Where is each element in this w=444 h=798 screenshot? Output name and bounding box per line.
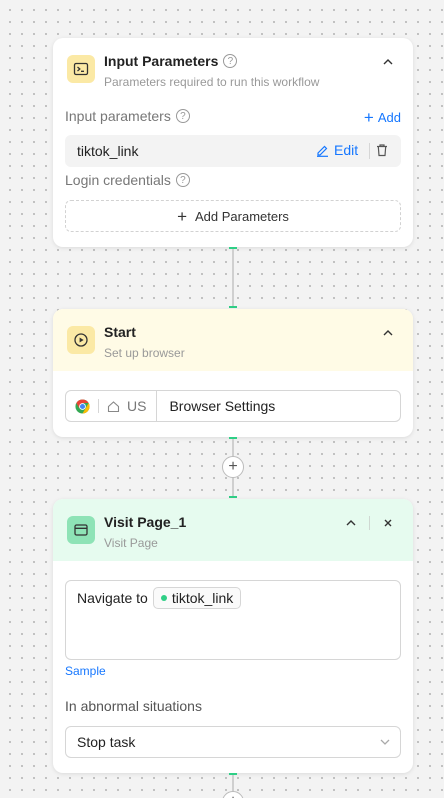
help-icon[interactable]: ?: [175, 109, 190, 123]
param-row: tiktok_link Edit: [65, 135, 401, 167]
visit-page-header[interactable]: Visit Page_1 Visit Page: [53, 499, 413, 561]
add-param-label: Add: [377, 110, 401, 125]
delete-param-button[interactable]: [375, 143, 389, 157]
browser-settings-field[interactable]: US Browser Settings: [65, 390, 401, 422]
visit-page-title: Visit Page_1: [104, 514, 187, 530]
login-credentials-label: Login credentials: [65, 172, 171, 188]
divider: [98, 399, 99, 413]
abnormal-select[interactable]: Stop task: [65, 726, 401, 758]
chevron-up-icon[interactable]: [380, 54, 396, 70]
connector-line: [232, 249, 234, 307]
edit-icon: [316, 144, 329, 157]
browser-window-icon: [67, 516, 95, 544]
navigate-line: Navigate to tiktok_link: [77, 587, 242, 609]
browser-settings-label: Browser Settings: [169, 398, 276, 414]
param-name: tiktok_link: [77, 143, 139, 159]
visit-page-subtitle: Visit Page: [104, 536, 158, 550]
connector-port: [229, 496, 237, 498]
navigate-text: Navigate to: [77, 590, 148, 606]
add-step-button[interactable]: +: [222, 791, 244, 798]
play-circle-icon: [67, 326, 95, 354]
login-credentials-label-row: Login credentials ?: [65, 172, 190, 188]
variable-chip-label: tiktok_link: [171, 590, 234, 606]
add-step-button[interactable]: +: [222, 456, 244, 478]
input-parameters-title-row: Input Parameters ?: [104, 53, 238, 69]
edit-param-button[interactable]: Edit: [316, 142, 358, 158]
divider: [156, 391, 158, 421]
close-icon[interactable]: [380, 515, 396, 531]
connector-port: [229, 306, 237, 308]
navigate-textarea[interactable]: Navigate to tiktok_link: [65, 580, 401, 660]
dot-icon: [160, 595, 167, 601]
input-parameters-title: Input Parameters: [104, 53, 219, 69]
plus-icon: +: [363, 108, 374, 127]
add-param-button[interactable]: + Add: [364, 109, 401, 126]
start-title: Start: [104, 324, 136, 340]
input-params-label-row: Input parameters ?: [65, 108, 190, 124]
chevron-up-icon[interactable]: [343, 515, 359, 531]
start-subtitle: Set up browser: [104, 346, 185, 360]
chevron-up-icon[interactable]: [380, 325, 396, 341]
input-parameters-card: Input Parameters ? Parameters required t…: [53, 38, 413, 247]
region-label: US: [127, 398, 147, 414]
home-icon: [107, 400, 120, 413]
start-card: Start Set up browser US Browser Settings: [53, 309, 413, 437]
plus-icon: +: [228, 794, 237, 798]
divider: [369, 143, 370, 159]
visit-page-card: Visit Page_1 Visit Page Navigate to tikt…: [53, 499, 413, 773]
help-icon[interactable]: ?: [175, 173, 190, 187]
chevron-down-icon: [379, 736, 391, 748]
plus-icon: +: [177, 206, 187, 226]
help-icon[interactable]: ?: [223, 54, 238, 68]
start-header[interactable]: Start Set up browser: [53, 309, 413, 371]
divider: [369, 516, 370, 530]
add-parameters-label: Add Parameters: [195, 208, 289, 224]
variable-chip[interactable]: tiktok_link: [152, 587, 242, 609]
input-parameters-header[interactable]: Input Parameters ? Parameters required t…: [53, 38, 413, 100]
sample-link[interactable]: Sample: [65, 664, 106, 678]
chrome-icon: [75, 398, 90, 414]
abnormal-select-value: Stop task: [77, 734, 136, 750]
abnormal-label: In abnormal situations: [65, 698, 202, 714]
input-parameters-subtitle: Parameters required to run this workflow: [104, 75, 320, 89]
trash-icon: [375, 143, 389, 157]
plus-icon: +: [228, 458, 238, 475]
terminal-icon: [67, 55, 95, 83]
edit-label: Edit: [334, 142, 359, 158]
input-params-label: Input parameters: [65, 108, 171, 124]
add-parameters-button[interactable]: + Add Parameters: [65, 200, 401, 232]
